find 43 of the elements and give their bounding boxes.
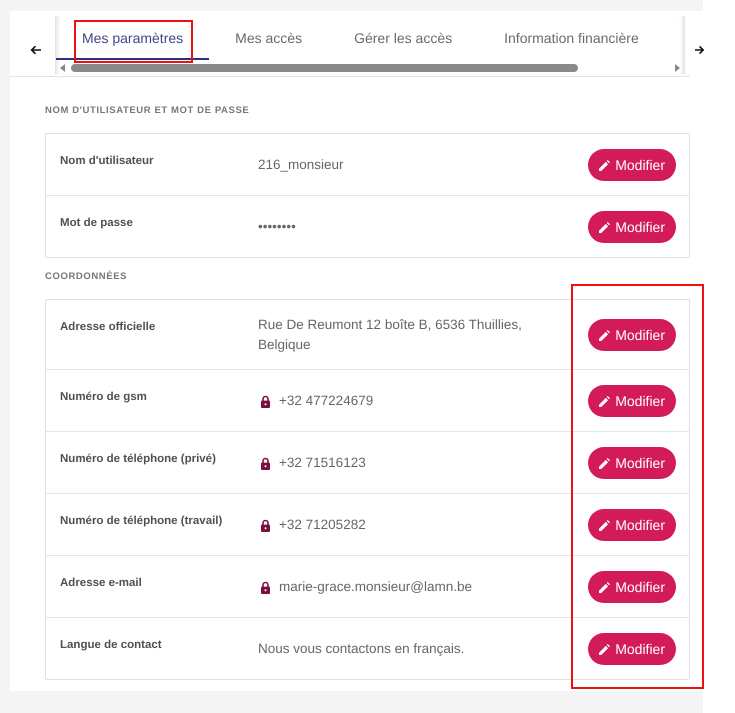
field-value: 216_monsieur: [258, 156, 344, 174]
pencil-icon: [599, 644, 610, 654]
arrow-right-icon[interactable]: [695, 45, 705, 55]
pencil-icon: [599, 520, 610, 530]
pencil-icon: [599, 396, 610, 406]
field-label: Nom d'utilisateur: [60, 154, 154, 169]
edit-button[interactable]: Modifier: [588, 633, 676, 665]
scroll-right-icon[interactable]: [675, 64, 680, 72]
edit-button[interactable]: Modifier: [588, 447, 676, 479]
tab[interactable]: Mes accès: [209, 16, 328, 60]
pencil-icon: [599, 160, 610, 170]
field-label: Numéro de gsm: [60, 390, 148, 405]
tab[interactable]: Gérer les accès: [328, 16, 478, 60]
field-value: marie-grace.monsieur@lamn.be: [279, 578, 472, 596]
field-value: Rue De Reumont 12 boîte B, 6536 Thuillies, Belgique: [258, 316, 523, 354]
field-label: Numéro de téléphone (privé): [60, 452, 217, 467]
field-value: +32 477224679: [279, 392, 374, 410]
pencil-icon: [599, 222, 610, 232]
field-label: Mot de passe: [60, 216, 134, 231]
pencil-icon: [599, 330, 610, 340]
tab[interactable]: Information financière: [478, 16, 665, 60]
edit-button[interactable]: Modifier: [588, 149, 676, 181]
field-label: Numéro de téléphone (travail): [60, 514, 224, 529]
edit-button[interactable]: Modifier: [588, 319, 676, 351]
scroll-left-icon[interactable]: [60, 64, 65, 72]
section-heading: COORDONNÉES: [45, 271, 128, 283]
pencil-icon: [599, 582, 610, 592]
field-label: Langue de contact: [60, 638, 163, 653]
tab[interactable]: Mes paramètres: [56, 16, 210, 60]
scrollbar-thumb[interactable]: [71, 64, 578, 72]
field-label: Adresse officielle: [60, 320, 156, 335]
section-heading: NOM D'UTILISATEUR ET MOT DE PASSE: [45, 105, 250, 117]
arrow-left-icon[interactable]: [30, 45, 42, 55]
field-value: ••••••••: [258, 218, 296, 236]
edit-button[interactable]: Modifier: [588, 211, 676, 243]
edit-button[interactable]: Modifier: [588, 509, 676, 541]
edit-button[interactable]: Modifier: [588, 571, 676, 603]
field-label: Adresse e-mail: [60, 576, 143, 591]
edit-button[interactable]: Modifier: [588, 385, 676, 417]
field-value: +32 71516123: [279, 454, 366, 472]
pencil-icon: [599, 458, 610, 468]
field-value: +32 71205282: [279, 516, 366, 534]
field-value: Nous vous contactons en français.: [258, 640, 464, 658]
